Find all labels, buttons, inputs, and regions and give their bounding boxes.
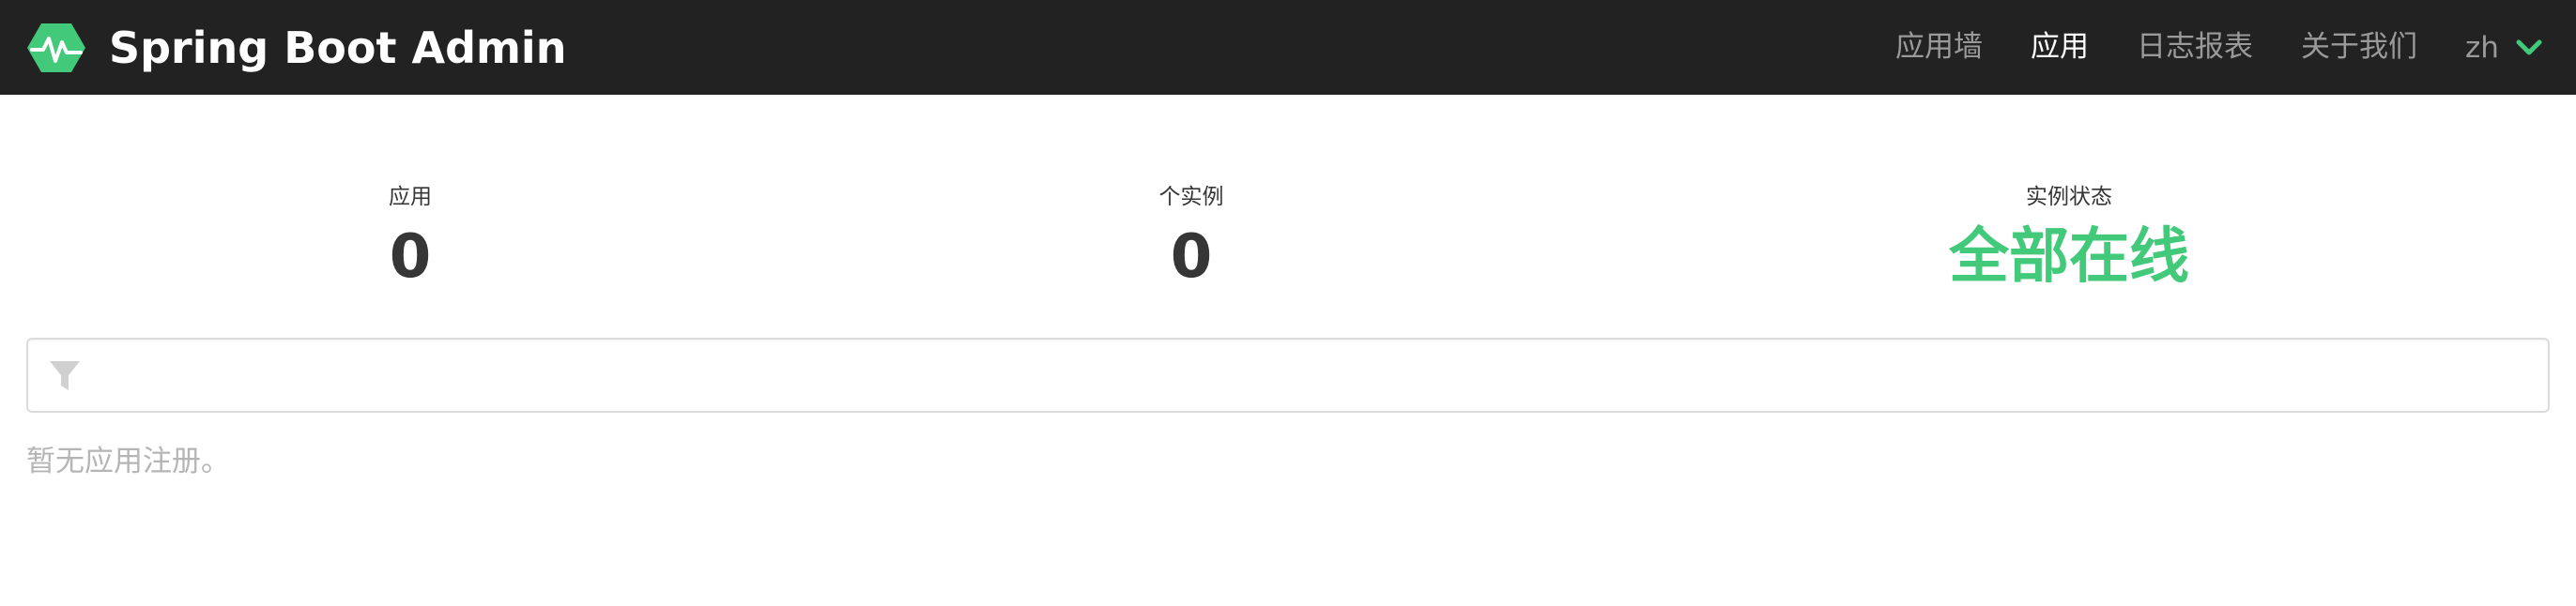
stat-applications-value: 0 — [389, 222, 432, 292]
heartbeat-hexagon-icon — [27, 23, 85, 72]
stat-instances-value: 0 — [1170, 222, 1213, 292]
stat-applications: 应用 0 — [222, 178, 598, 295]
stat-applications-label: 应用 — [389, 185, 432, 209]
language-selector[interactable]: zh — [2465, 0, 2542, 95]
stat-status-label: 实例状态 — [2026, 185, 2112, 209]
language-label: zh — [2465, 30, 2499, 65]
stat-instance-status: 实例状态 全部在线 — [1881, 178, 2257, 295]
nav-item-log-reports[interactable]: 日志报表 — [2137, 0, 2253, 95]
stat-instances: 个实例 0 — [1004, 178, 1379, 295]
nav-item-about[interactable]: 关于我们 — [2301, 0, 2417, 95]
filter-box — [26, 338, 2550, 413]
app-title: Spring Boot Admin — [109, 22, 567, 73]
top-navbar: Spring Boot Admin 应用墙 应用 日志报表 关于我们 zh — [0, 0, 2576, 95]
stat-instances-label: 个实例 — [1158, 185, 1224, 209]
filter-icon — [50, 361, 80, 390]
filter-input[interactable] — [103, 343, 2535, 409]
empty-applications-message: 暂无应用注册。 — [26, 445, 230, 478]
chevron-down-icon — [2516, 39, 2542, 54]
nav-item-wallboard[interactable]: 应用墙 — [1895, 0, 1983, 95]
brand-link[interactable]: Spring Boot Admin — [26, 0, 566, 95]
nav-item-applications[interactable]: 应用 — [2031, 0, 2089, 95]
stat-status-value: 全部在线 — [1949, 222, 2189, 292]
